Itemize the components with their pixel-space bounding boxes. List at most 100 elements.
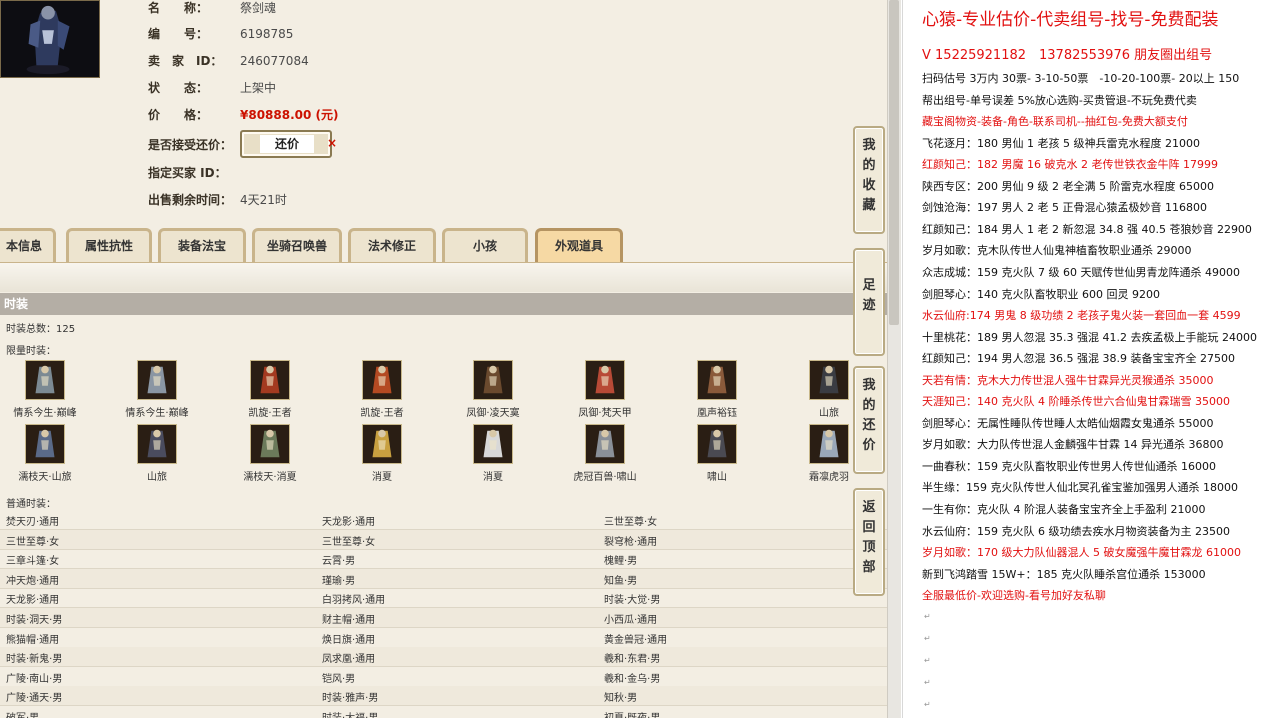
side-button-my-offers-label: 我的还价 — [862, 378, 876, 453]
normal-fashion-cell: 熊猫帽·通用 — [6, 634, 60, 646]
side-button-history[interactable]: 足迹 — [853, 248, 885, 356]
counter-disabled-icon: × — [327, 136, 338, 150]
ad-line: 帮出组号-单号误差 5%放心选购-买贵管退-不玩免费代卖 — [922, 93, 1197, 107]
paragraph-mark-icon: ↵ — [924, 656, 931, 665]
limited-fashion-item[interactable]: 情系今生·巅峰 — [112, 360, 202, 419]
section-title: 时装 — [0, 293, 887, 315]
ad-line: 红颜知己：184 男人 1 老 2 新忽混 34.8 强 40.5 苍狼妙音 2… — [922, 222, 1252, 236]
limited-fashion-item[interactable]: 濡枝天·消夏 — [225, 424, 315, 483]
normal-fashion-cell: 云霄·男 — [322, 556, 356, 568]
normal-fashion-row: 天龙影·通用 白羽拷风·通用 时装·大觉·男 — [0, 588, 887, 609]
item-name-row: 名 称： 祭剑魂 — [148, 0, 276, 16]
blade-icon — [473, 360, 513, 400]
armor-icon — [362, 360, 402, 400]
limited-fashion-item-label: 消夏 — [483, 472, 503, 483]
normal-fashion-cell: 黄金兽冠·通用 — [604, 634, 668, 646]
counter-offer-button[interactable]: 还价 — [240, 130, 332, 158]
paragraph-mark-icon: ↵ — [924, 700, 931, 709]
limited-fashion-item[interactable]: 消夏 — [337, 424, 427, 483]
normal-fashion-cell: 羲和·金乌·男 — [604, 673, 661, 685]
character-avatar — [0, 0, 100, 78]
limited-fashion-item[interactable]: 凯旋·王者 — [225, 360, 315, 419]
robe-icon — [250, 424, 290, 464]
normal-fashion-row: 焚天刃·通用 天龙影·通用 三世至尊·女 — [0, 510, 887, 530]
limited-fashion-item[interactable]: 消夏 — [448, 424, 538, 483]
limited-fashion-item[interactable]: 濡枝天·山旅 — [0, 424, 90, 483]
tab-appearance[interactable]: 外观道具 — [535, 228, 623, 262]
side-button-back-to-top-label: 返回顶部 — [862, 500, 876, 575]
normal-fashion-cell: 天龙影·通用 — [6, 595, 60, 607]
ad-line: 水云仙府：159 克火队 6 级功绩去疾水月物资装备为主 23500 — [922, 524, 1230, 538]
normal-fashion-cell: 三世至尊·女 — [322, 536, 376, 548]
limited-fashion-item-label: 凰声裕钰 — [697, 408, 737, 419]
limited-fashion-item[interactable]: 凤御·凌天寞 — [448, 360, 538, 419]
paragraph-mark-icon: ↵ — [924, 612, 931, 621]
ad-line: 一生有你：克火队 4 阶混人装备宝宝齐全上手盈利 21000 — [922, 503, 1206, 516]
seller-id-value: 246077084 — [240, 54, 309, 68]
price-label: 价 格： — [148, 108, 209, 122]
limited-fashion-item[interactable]: 凤御·梵天甲 — [560, 360, 650, 419]
ad-line: 剑蚀沧海：197 男人 2 老 5 正骨混心猿孟极妙音 116800 — [922, 201, 1207, 215]
robe-icon — [25, 424, 65, 464]
normal-fashion-cell: 知秋·男 — [604, 693, 638, 705]
ad-line: 岁月如歌：克木队传世人仙鬼神植畜牧职业通杀 29000 — [922, 244, 1192, 258]
limited-fashion-item-label: 凯旋·王者 — [360, 408, 404, 419]
limited-fashion-item-label: 消夏 — [372, 472, 392, 483]
tab-equipment[interactable]: 装备法宝 — [158, 228, 246, 262]
robe-icon — [137, 360, 177, 400]
tab-attributes[interactable]: 属性抗性 — [66, 228, 152, 262]
item-id-label: 编 号： — [148, 27, 209, 41]
tab-mounts-pets[interactable]: 坐骑召唤兽 — [252, 228, 342, 262]
normal-fashion-cell: 瑾瑜·男 — [322, 575, 356, 587]
limited-fashion-item-label: 虎冠百兽·啸山 — [573, 472, 637, 483]
limited-fashion-item[interactable]: 凰声裕钰 — [672, 360, 762, 419]
mask-icon — [697, 424, 737, 464]
tab-basic-info[interactable]: 本信息 — [0, 228, 56, 262]
designated-buyer-label: 指定买家 ID： — [148, 166, 227, 180]
robe-icon — [25, 360, 65, 400]
normal-fashion-row: 熊猫帽·通用 焕日旗·通用 黄金兽冠·通用 — [0, 628, 887, 648]
normal-fashion-cell: 广陵·通天·男 — [6, 693, 63, 705]
remaining-time-label: 出售剩余时间： — [148, 193, 233, 207]
counter-offer-label: 是否接受还价： — [148, 138, 233, 152]
normal-fashion-cell: 小西瓜·通用 — [604, 615, 658, 626]
normal-fashion-label: 普通时装： — [6, 499, 56, 510]
status-value: 上架中 — [240, 81, 277, 95]
ad-line: 天涯知己：140 克火队 4 阶睡杀传世六合仙鬼甘霖瑞雪 35000 — [922, 395, 1230, 409]
limited-fashion-item-label: 情系今生·巅峰 — [125, 408, 189, 419]
normal-fashion-row: 三章斗篷·女 云霄·男 槐鲤·男 — [0, 549, 887, 570]
side-button-favorites[interactable]: 我的收藏 — [853, 126, 885, 234]
normal-fashion-cell: 时装·雅声·男 — [322, 693, 379, 705]
item-name-label: 名 称： — [148, 1, 209, 15]
limited-fashion-item[interactable]: 啸山 — [672, 424, 762, 483]
limited-fashion-item[interactable]: 虎冠百兽·啸山 — [560, 424, 650, 483]
normal-fashion-cell: 槐鲤·男 — [604, 556, 638, 568]
normal-fashion-row: 破军·男 时装·大福·男 初夏·既夜·男 — [0, 706, 887, 718]
price-value: ¥80888.00 (元) — [240, 108, 339, 122]
limited-fashion-item-label: 凤御·梵天甲 — [578, 408, 632, 419]
limited-fashion-item-label: 凯旋·王者 — [248, 408, 292, 419]
tab-child[interactable]: 小孩 — [442, 228, 528, 262]
item-id-row: 编 号： 6198785 — [148, 26, 293, 42]
limited-fashion-item[interactable]: 凯旋·王者 — [337, 360, 427, 419]
ad-line: 半生缘：159 克火队传世人仙北冥孔雀宝鉴加强男人通杀 18000 — [922, 481, 1238, 495]
ad-line: 藏宝阁物资-装备-角色-联系司机--抽红包-免费大额支付 — [922, 115, 1188, 129]
limited-fashion-item-label: 凤御·凌天寞 — [466, 408, 520, 419]
ad-line: 岁月如歌：170 级大力队仙器混人 5 破女魔强牛魔甘霖龙 61000 — [922, 546, 1241, 560]
normal-fashion-cell: 时装·新鬼·男 — [6, 654, 63, 666]
limited-fashion-item-label: 濡枝天·山旅 — [18, 472, 72, 483]
normal-fashion-cell: 财主帽·通用 — [322, 615, 376, 626]
item-detail-panel: 名 称： 祭剑魂 编 号： 6198785 卖 家 ID： 246077084 状 态… — [0, 0, 887, 718]
remaining-time-row: 出售剩余时间： 4天21时 — [148, 192, 287, 208]
detail-tabs: 本信息 属性抗性 装备法宝 坐骑召唤兽 法术修正 小孩 外观道具 — [0, 226, 887, 262]
side-button-back-to-top[interactable]: 返回顶部 — [853, 488, 885, 596]
hat-icon — [809, 360, 849, 400]
armor-icon — [250, 360, 290, 400]
normal-fashion-cell: 铠风·男 — [322, 673, 356, 685]
tab-spell-mods[interactable]: 法术修正 — [348, 228, 436, 262]
ad-line: 剑胆琴心：无属性睡队传世睡人太皓仙烟霞女鬼通杀 55000 — [922, 416, 1214, 430]
page-scrollbar-thumb[interactable] — [889, 0, 899, 325]
limited-fashion-item[interactable]: 情系今生·巅峰 — [0, 360, 90, 419]
limited-fashion-item[interactable]: 山旅 — [112, 424, 202, 483]
side-button-my-offers[interactable]: 我的还价 — [853, 366, 885, 474]
